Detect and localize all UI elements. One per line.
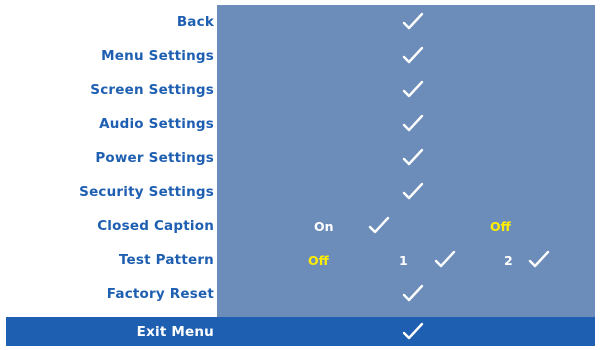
test-pattern-off-option[interactable]: Off bbox=[308, 243, 329, 277]
checkmark-icon bbox=[528, 243, 550, 277]
closed-caption-on-option[interactable]: On bbox=[314, 209, 334, 243]
checkmark-icon bbox=[402, 107, 424, 141]
menu-item-factory-reset[interactable]: Factory Reset bbox=[6, 277, 595, 311]
menu-item-label: Factory Reset bbox=[106, 286, 214, 302]
menu-item-label: Menu Settings bbox=[101, 48, 214, 64]
checkmark-icon bbox=[402, 317, 424, 346]
test-pattern-label: Test Pattern bbox=[118, 252, 214, 268]
menu-item-back[interactable]: Back bbox=[6, 5, 595, 39]
test-pattern-2-option[interactable]: 2 bbox=[504, 243, 513, 277]
menu-item-audio-settings[interactable]: Audio Settings bbox=[6, 107, 595, 141]
menu-item-label: Audio Settings bbox=[99, 116, 214, 132]
menu-item-test-pattern: Test Pattern Off 1 2 bbox=[6, 243, 595, 277]
menu-item-power-settings[interactable]: Power Settings bbox=[6, 141, 595, 175]
menu-item-screen-settings[interactable]: Screen Settings bbox=[6, 73, 595, 107]
checkmark-icon bbox=[402, 141, 424, 175]
checkmark-icon bbox=[434, 243, 456, 277]
osd-menu: Back Menu Settings Screen Settings Audio… bbox=[6, 5, 595, 346]
checkmark-icon bbox=[402, 73, 424, 107]
closed-caption-label: Closed Caption bbox=[97, 218, 214, 234]
menu-item-label: Screen Settings bbox=[90, 82, 214, 98]
checkmark-icon bbox=[402, 277, 424, 311]
checkmark-icon bbox=[402, 175, 424, 209]
checkmark-icon bbox=[402, 5, 424, 39]
menu-item-exit-menu[interactable]: Exit Menu bbox=[6, 317, 595, 346]
closed-caption-off-option[interactable]: Off bbox=[490, 209, 511, 243]
menu-item-closed-caption: Closed Caption On Off bbox=[6, 209, 595, 243]
menu-item-label: Exit Menu bbox=[136, 323, 214, 340]
menu-item-menu-settings[interactable]: Menu Settings bbox=[6, 39, 595, 73]
checkmark-icon bbox=[402, 39, 424, 73]
test-pattern-1-option[interactable]: 1 bbox=[399, 243, 408, 277]
menu-item-label: Back bbox=[176, 14, 214, 30]
menu-item-security-settings[interactable]: Security Settings bbox=[6, 175, 595, 209]
menu-item-label: Security Settings bbox=[79, 184, 214, 200]
checkmark-icon bbox=[368, 209, 390, 243]
menu-item-label: Power Settings bbox=[95, 150, 214, 166]
